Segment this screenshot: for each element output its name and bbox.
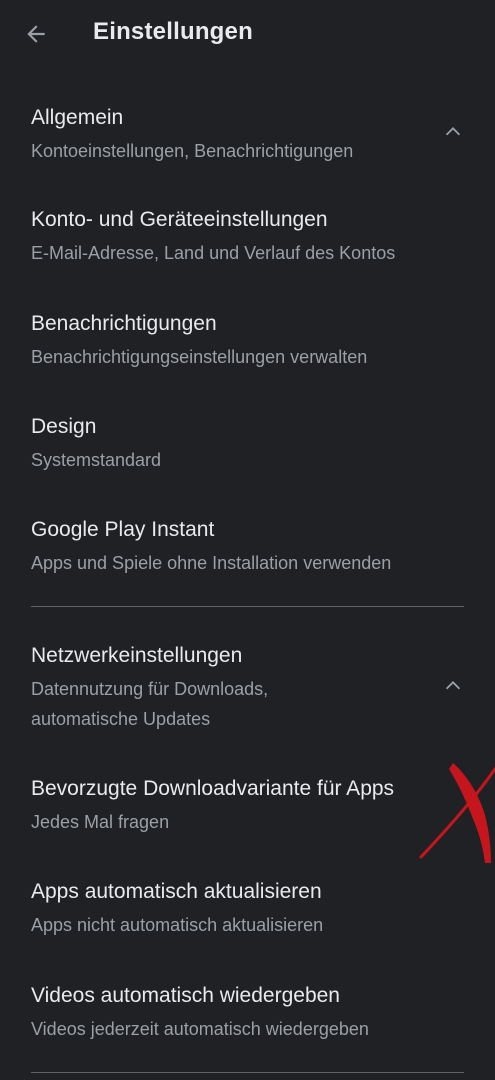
list-item-design[interactable]: Design Systemstandard (0, 407, 495, 483)
item-subtitle: Jedes Mal fragen (31, 812, 170, 832)
item-subtitle: E-Mail-Adresse, Land und Verlauf des Kon… (31, 243, 396, 263)
page-title: Einstellungen (93, 18, 253, 45)
back-button[interactable] (14, 12, 58, 56)
section-title: Allgemein (31, 106, 124, 129)
chevron-up-icon (445, 127, 461, 136)
list-item-download-preference[interactable]: Bevorzugte Downloadvariante für Apps Jed… (0, 769, 495, 845)
item-title: Konto- und Geräteeinstellungen (31, 208, 328, 231)
top-app-bar: Einstellungen (0, 0, 495, 66)
list-item-autoplay-videos[interactable]: Videos automatisch wiedergeben Videos je… (0, 976, 495, 1052)
item-title: Benachrichtigungen (31, 312, 217, 335)
item-title: Bevorzugte Downloadvariante für Apps (31, 777, 395, 800)
section-header-general[interactable]: Allgemein Kontoeinstellungen, Benachrich… (0, 98, 495, 174)
item-subtitle: Videos jederzeit automatisch wiedergeben (31, 1019, 369, 1039)
chevron-up-icon (445, 681, 461, 690)
list-item-account-device[interactable]: Konto- und Geräteeinstellungen E-Mail-Ad… (0, 200, 495, 276)
section-subtitle-line1: Datennutzung für Downloads, (31, 679, 269, 699)
list-item-notifications[interactable]: Benachrichtigungen Benachrichtigungseins… (0, 304, 495, 380)
section-subtitle: Kontoeinstellungen, Benachrichtigungen (31, 141, 354, 161)
item-title: Design (31, 415, 97, 438)
section-header-network[interactable]: Netzwerkeinstellungen Datennutzung für D… (0, 636, 495, 736)
item-subtitle: Systemstandard (31, 450, 162, 470)
list-item-google-play-instant[interactable]: Google Play Instant Apps und Spiele ohne… (0, 510, 495, 586)
section-divider (31, 1072, 464, 1073)
item-subtitle: Benachrichtigungseinstellungen verwalten (31, 347, 368, 367)
section-divider (31, 606, 464, 607)
collapse-network-button[interactable] (441, 674, 465, 698)
item-title: Google Play Instant (31, 518, 215, 541)
arrow-left-icon (27, 25, 45, 43)
collapse-general-button[interactable] (441, 120, 465, 144)
item-title: Apps automatisch aktualisieren (31, 880, 322, 903)
section-subtitle-line2: automatische Updates (31, 709, 211, 729)
section-title: Netzwerkeinstellungen (31, 644, 243, 667)
item-subtitle: Apps und Spiele ohne Installation verwen… (31, 553, 392, 573)
settings-screen: Einstellungen Allgemein Kontoeinstellung… (0, 0, 495, 1080)
item-title: Videos automatisch wiedergeben (31, 984, 340, 1007)
item-subtitle: Apps nicht automatisch aktualisieren (31, 915, 324, 935)
list-item-auto-update-apps[interactable]: Apps automatisch aktualisieren Apps nich… (0, 872, 495, 948)
